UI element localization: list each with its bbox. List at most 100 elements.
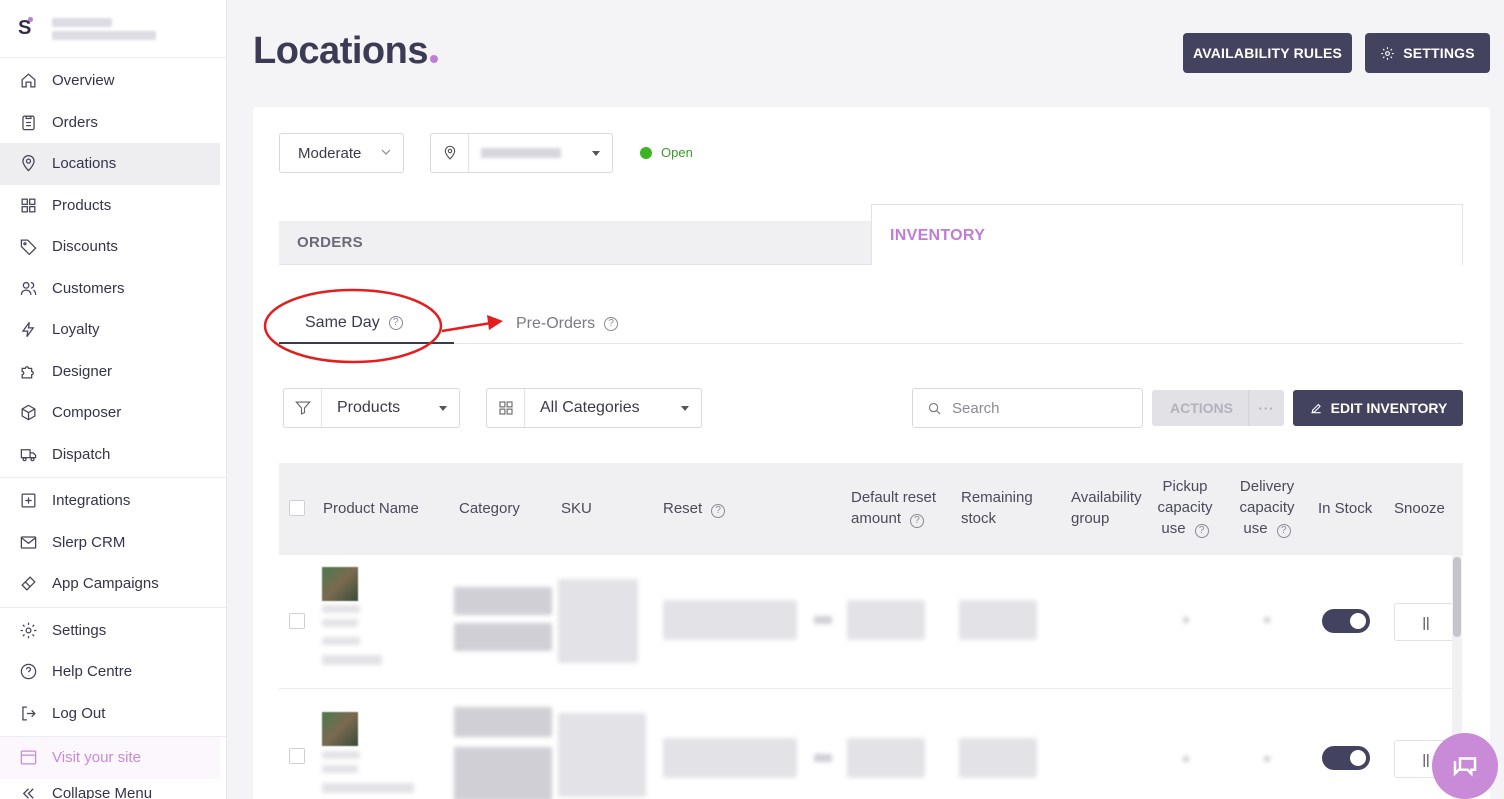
more-options-icon[interactable]: ··· xyxy=(1248,390,1284,426)
mode-select[interactable]: Moderate xyxy=(279,133,404,173)
default-reset-input[interactable] xyxy=(847,738,925,778)
category-filter[interactable]: All Categories xyxy=(486,388,702,428)
subtabs: Same Day ? Pre-Orders ? xyxy=(279,303,1463,344)
redacted-product-name xyxy=(322,605,360,613)
col-delivery-capacity[interactable]: Delivery capacity use? xyxy=(1234,476,1300,539)
sidebar-item-overview[interactable]: Overview xyxy=(0,60,220,102)
sidebar-item-designer[interactable]: Designer xyxy=(0,351,220,393)
visit-site-link[interactable]: Visit your site xyxy=(0,737,220,779)
pencil-icon xyxy=(1310,403,1321,414)
snooze-button[interactable]: || xyxy=(1394,603,1458,641)
clipboard-icon xyxy=(18,112,38,132)
redacted-category xyxy=(454,707,552,737)
sidebar-item-help-centre[interactable]: Help Centre xyxy=(0,651,220,693)
chat-widget-button[interactable] xyxy=(1432,733,1498,799)
in-stock-toggle[interactable] xyxy=(1322,746,1370,770)
sidebar-item-label: App Campaigns xyxy=(52,575,159,593)
status-badge: Open xyxy=(640,145,693,160)
plus-square-icon xyxy=(18,491,38,511)
sidebar-item-app-campaigns[interactable]: App Campaigns xyxy=(0,563,220,605)
product-thumbnail xyxy=(322,567,358,601)
remaining-stock-input[interactable] xyxy=(959,600,1037,640)
help-icon[interactable]: ? xyxy=(604,316,619,331)
location-pin-icon xyxy=(431,134,469,172)
col-reset[interactable]: Reset? xyxy=(663,498,726,519)
grid-icon xyxy=(487,389,525,427)
default-reset-input[interactable] xyxy=(847,600,925,640)
col-snooze[interactable]: Snooze xyxy=(1394,498,1445,519)
lightning-icon xyxy=(18,320,38,340)
scrollbar-thumb[interactable] xyxy=(1453,557,1461,637)
sidebar-item-label: Locations xyxy=(52,155,117,173)
redacted-location-name xyxy=(481,148,561,158)
pause-icon: || xyxy=(1422,614,1430,630)
table-header: Product Name Category SKU Reset? Default… xyxy=(279,463,1463,555)
sidebar-item-loyalty[interactable]: Loyalty xyxy=(0,309,220,351)
chat-icon xyxy=(1453,757,1477,777)
search-icon xyxy=(928,402,941,415)
sidebar-item-log-out[interactable]: Log Out xyxy=(0,693,220,735)
sidebar-item-discounts[interactable]: Discounts xyxy=(0,226,220,268)
sidebar-item-products[interactable]: Products xyxy=(0,185,220,227)
sidebar-item-settings[interactable]: Settings xyxy=(0,610,220,652)
collapse-menu-button[interactable]: Collapse Menu xyxy=(0,779,220,799)
home-icon xyxy=(18,71,38,91)
col-availability-group[interactable]: Availability group xyxy=(1071,487,1142,529)
row-checkbox[interactable] xyxy=(289,748,305,764)
col-remaining-stock[interactable]: Remaining stock xyxy=(961,487,1033,529)
redacted-product-name xyxy=(322,751,360,759)
sidebar-item-customers[interactable]: Customers xyxy=(0,268,220,310)
redacted-sku xyxy=(558,713,646,797)
pause-icon: || xyxy=(1422,751,1430,767)
tab-inventory[interactable]: INVENTORY xyxy=(871,204,1463,265)
redacted-account-name xyxy=(52,14,156,44)
help-icon[interactable]: ? xyxy=(388,315,403,330)
funnel-icon xyxy=(284,389,322,427)
brand-logo[interactable]: S xyxy=(18,17,40,40)
help-icon[interactable]: ? xyxy=(910,513,925,528)
reset-select[interactable] xyxy=(663,738,797,778)
table-row: || xyxy=(279,555,1463,689)
col-pickup-capacity[interactable]: Pickup capacity use? xyxy=(1153,476,1217,539)
col-sku[interactable]: SKU xyxy=(561,498,592,519)
availability-rules-button[interactable]: AVAILABILITY RULES xyxy=(1183,33,1352,73)
sidebar-item-locations[interactable]: Locations xyxy=(0,143,220,185)
search-placeholder: Search xyxy=(952,399,1000,417)
reset-select[interactable] xyxy=(663,600,797,640)
megaphone-icon xyxy=(18,574,38,594)
product-type-filter[interactable]: Products xyxy=(283,388,460,428)
remaining-stock-input[interactable] xyxy=(959,738,1037,778)
edit-inventory-button[interactable]: EDIT INVENTORY xyxy=(1293,390,1463,426)
caret-down-icon xyxy=(592,151,600,156)
actions-button[interactable]: ACTIONS ··· xyxy=(1152,390,1284,426)
sidebar-item-label: Discounts xyxy=(52,238,118,256)
col-category[interactable]: Category xyxy=(459,498,520,519)
row-checkbox[interactable] xyxy=(289,613,305,629)
in-stock-toggle[interactable] xyxy=(1322,609,1370,633)
sidebar-item-composer[interactable]: Composer xyxy=(0,392,220,434)
subtab-pre-orders[interactable]: Pre-Orders ? xyxy=(516,303,619,344)
help-icon[interactable]: ? xyxy=(711,503,726,518)
sidebar-item-orders[interactable]: Orders xyxy=(0,102,220,144)
sidebar-item-label: Dispatch xyxy=(52,445,111,463)
col-product-name[interactable]: Product Name xyxy=(323,498,419,519)
sidebar-item-dispatch[interactable]: Dispatch xyxy=(0,434,220,476)
sidebar-item-integrations[interactable]: Integrations xyxy=(0,480,220,522)
subtab-same-day[interactable]: Same Day ? xyxy=(279,303,454,344)
gear-icon xyxy=(18,620,38,640)
gear-icon xyxy=(1381,46,1394,60)
redacted-category xyxy=(454,587,552,615)
col-default-reset-amount[interactable]: Default reset amount? xyxy=(851,487,936,529)
tab-orders[interactable]: ORDERS xyxy=(279,221,871,265)
col-in-stock[interactable]: In Stock xyxy=(1318,498,1372,519)
sidebar-item-label: Integrations xyxy=(52,492,131,510)
settings-button[interactable]: SETTINGS xyxy=(1365,33,1490,73)
cube-icon xyxy=(18,403,38,423)
puzzle-icon xyxy=(18,361,38,381)
help-icon[interactable]: ? xyxy=(1194,523,1209,538)
sidebar-item-slerp-crm[interactable]: Slerp CRM xyxy=(0,522,220,564)
search-input[interactable]: Search xyxy=(912,388,1143,428)
select-all-checkbox[interactable] xyxy=(289,500,305,516)
location-select[interactable] xyxy=(430,133,613,173)
help-icon[interactable]: ? xyxy=(1276,523,1291,538)
